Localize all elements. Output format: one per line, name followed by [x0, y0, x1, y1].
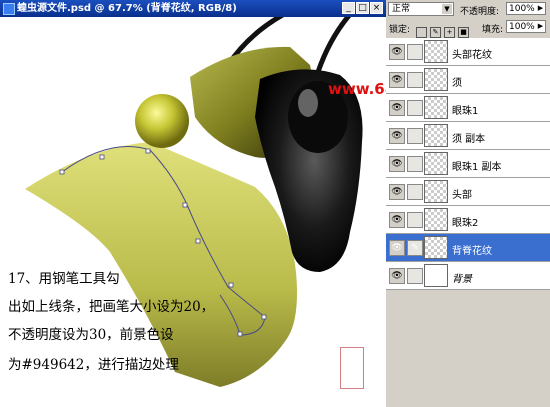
layer-thumbnail	[424, 96, 448, 119]
document-window: 蝗虫源文件.psd @ 67.7% (背脊花纹, RGB/8) _ □ × ww…	[0, 0, 386, 407]
layer-name: 眼珠1 副本	[452, 162, 502, 173]
blend-mode-value: 正常	[392, 4, 411, 14]
layer-row[interactable]: 👁 须 副本	[386, 122, 550, 150]
instruction-line-2: 出如上线条，把画笔大小设为20，	[8, 299, 215, 315]
link-slot[interactable]	[407, 128, 423, 144]
layer-row[interactable]: 👁 眼珠1 副本	[386, 150, 550, 178]
layer-row[interactable]: 👁 须	[386, 66, 550, 94]
eye-icon[interactable]: 👁	[389, 100, 405, 116]
opacity-label: 不透明度:	[460, 7, 500, 17]
instruction-line-1: 17、用钢笔工具勾	[8, 271, 120, 287]
instruction-line-4: 为#949642，进行描边处理	[8, 357, 179, 373]
layer-thumbnail	[424, 152, 448, 175]
layer-row[interactable]: 👁 头部	[386, 178, 550, 206]
instruction-line-3: 不透明度设为30，前景色设	[8, 327, 174, 343]
link-slot[interactable]	[407, 212, 423, 228]
photoshop-document-icon	[3, 3, 15, 15]
layer-name: 须	[452, 78, 462, 89]
layer-thumbnail	[424, 124, 448, 147]
website-watermark: www.68ps.com	[328, 80, 386, 98]
layers-panel: 正常 ▼ 不透明度: 100% ▶ 锁定: ✎ + ■ 填充: 100% ▶ 👁 头…	[386, 0, 550, 407]
fill-label: 填充:	[482, 25, 504, 35]
lock-image-icon[interactable]: ✎	[430, 27, 441, 38]
minimize-button[interactable]: _	[342, 2, 355, 14]
chevron-right-icon: ▶	[537, 22, 544, 30]
layer-thumbnail	[424, 264, 448, 287]
layer-name: 眼珠2	[452, 218, 479, 229]
layer-thumbnail	[424, 40, 448, 63]
layer-name: 背脊花纹	[452, 246, 492, 257]
layer-thumbnail	[424, 208, 448, 231]
brush-icon[interactable]: ✎	[407, 240, 423, 256]
locust-artwork	[25, 17, 363, 387]
link-slot[interactable]	[407, 156, 423, 172]
lock-transparency-icon[interactable]	[416, 27, 427, 38]
close-button[interactable]: ×	[370, 2, 383, 14]
layers-panel-toolbar: 正常 ▼ 不透明度: 100% ▶	[386, 0, 550, 18]
seal-stamp	[340, 347, 364, 389]
link-slot[interactable]	[407, 44, 423, 60]
document-canvas[interactable]: www.68ps.com 17、用钢笔工具勾 出如上线条，把画笔大小设为20， …	[0, 17, 386, 407]
layer-name: 头部	[452, 190, 472, 201]
eye-icon[interactable]: 👁	[389, 128, 405, 144]
layer-thumbnail	[424, 180, 448, 203]
lock-all-icon[interactable]: ■	[458, 27, 469, 38]
link-slot[interactable]	[407, 184, 423, 200]
document-title: 蝗虫源文件.psd @ 67.7% (背脊花纹, RGB/8)	[17, 3, 237, 14]
eye-icon[interactable]: 👁	[389, 240, 405, 256]
eye-icon[interactable]: 👁	[389, 72, 405, 88]
eye-icon[interactable]: 👁	[389, 44, 405, 60]
layer-row[interactable]: 👁 眼珠2	[386, 206, 550, 234]
lock-label: 锁定:	[389, 25, 411, 35]
opacity-field[interactable]: 100% ▶	[506, 2, 546, 15]
layer-thumbnail	[424, 236, 448, 259]
maximize-button[interactable]: □	[356, 2, 369, 14]
layer-row[interactable]: 👁 眼珠1	[386, 94, 550, 122]
layer-row[interactable]: 👁 背景	[386, 262, 550, 290]
lock-position-icon[interactable]: +	[444, 27, 455, 38]
layer-row[interactable]: 👁 头部花纹	[386, 38, 550, 66]
layer-name: 须 副本	[452, 134, 486, 145]
link-slot[interactable]	[407, 100, 423, 116]
document-title-bar[interactable]: 蝗虫源文件.psd @ 67.7% (背脊花纹, RGB/8) _ □ ×	[0, 0, 386, 17]
eye-icon[interactable]: 👁	[389, 268, 405, 284]
link-slot[interactable]	[407, 72, 423, 88]
eye-icon[interactable]: 👁	[389, 156, 405, 172]
link-slot[interactable]	[407, 268, 423, 284]
fill-value: 100%	[509, 22, 535, 32]
blend-mode-select[interactable]: 正常 ▼	[388, 2, 454, 16]
layer-row-selected[interactable]: 👁 ✎ 背脊花纹	[386, 234, 550, 262]
layer-name: 背景	[452, 274, 472, 285]
eye-icon[interactable]: 👁	[389, 184, 405, 200]
fill-field[interactable]: 100% ▶	[506, 20, 546, 33]
eye-icon[interactable]: 👁	[389, 212, 405, 228]
chevron-right-icon: ▶	[537, 4, 544, 12]
layer-name: 眼珠1	[452, 106, 479, 117]
layer-name: 头部花纹	[452, 50, 492, 61]
chevron-down-icon: ▼	[442, 4, 452, 14]
layers-list: 👁 头部花纹 👁 须 👁 眼珠1 👁 须 副本 👁 眼珠1 副本 👁 头部 👁 …	[386, 38, 550, 407]
opacity-value: 100%	[509, 4, 535, 14]
layer-thumbnail	[424, 68, 448, 91]
